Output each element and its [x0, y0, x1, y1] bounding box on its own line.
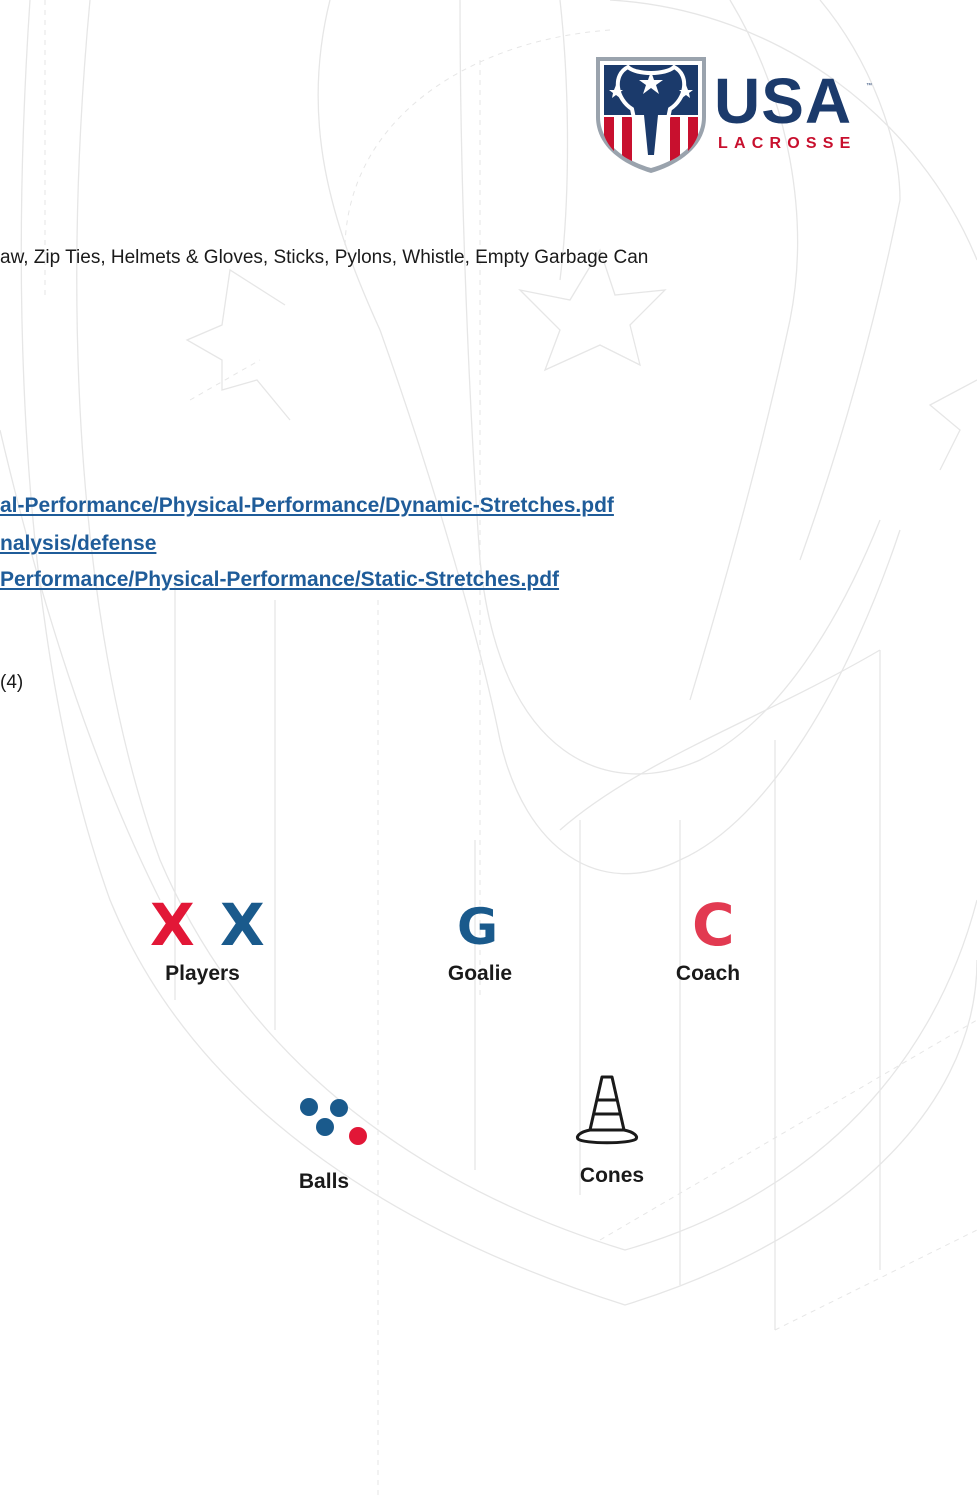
player-blue-x-icon: X — [220, 891, 265, 959]
balls-icon — [300, 1098, 367, 1145]
diagram-legend: X X Players G Goalie C Coach Balls Cones — [0, 0, 977, 1495]
cone-icon — [576, 1075, 638, 1145]
coach-c-icon: C — [692, 891, 735, 959]
balls-label: Balls — [298, 1170, 350, 1193]
goalie-g-icon: G — [457, 898, 499, 956]
player-red-x-icon: X — [150, 891, 195, 959]
cones-label: Cones — [579, 1164, 645, 1187]
coach-label: Coach — [675, 962, 741, 985]
players-label: Players — [165, 962, 240, 985]
goalie-label: Goalie — [447, 962, 513, 985]
